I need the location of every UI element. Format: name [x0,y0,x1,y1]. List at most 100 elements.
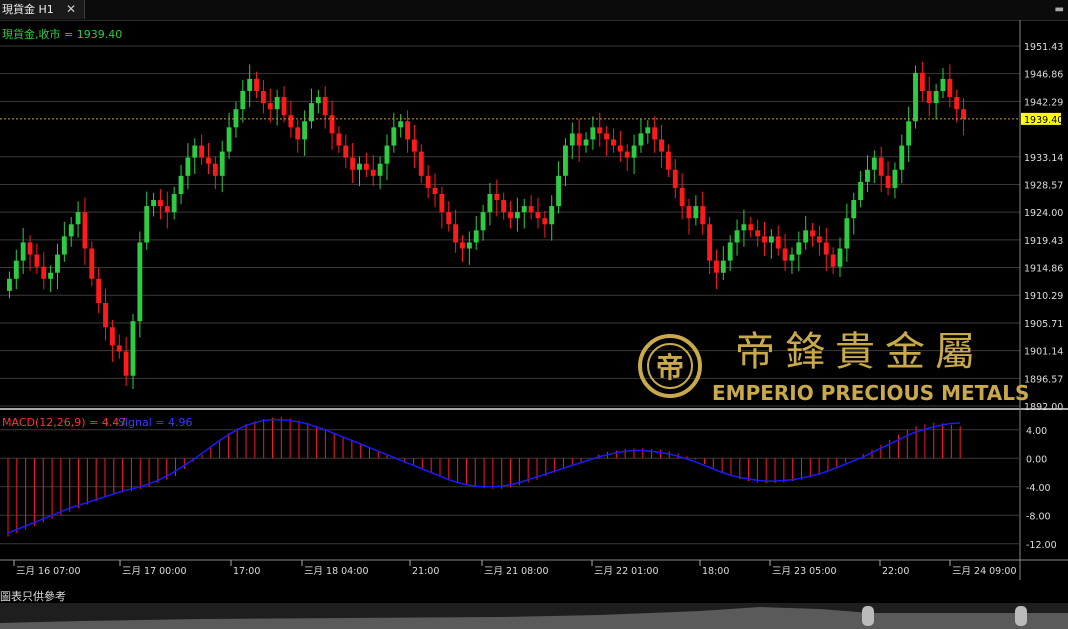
close-icon[interactable]: ✕ [66,0,76,19]
candle-body [700,206,706,225]
candle-body [768,236,774,243]
candle-body [370,169,376,176]
candle-body [480,212,486,231]
candle-body [810,230,815,237]
candle-body [144,206,150,243]
candle-body [322,97,328,116]
candle-body [199,145,205,158]
candle-body [549,206,555,225]
time-tick: 18:00 [702,566,729,577]
candle-body [116,345,122,352]
candle-body [569,133,575,146]
candle-body [75,212,81,225]
price-tick: 1910.29 [1024,291,1063,302]
time-tick: 三月 22 01:00 [594,566,659,577]
macd-axis: 4.00 0.00 -4.00 -8.00 -12.00 [1026,426,1057,551]
macd-tick: -4.00 [1026,483,1051,494]
time-tick: 21:00 [412,566,439,577]
candle-body [192,145,198,158]
price-tick: 1896.57 [1024,374,1063,385]
candle-body [27,242,33,255]
candle-body [741,224,747,231]
scroll-handle-left[interactable] [862,606,874,626]
candle-body [206,157,211,164]
candle-body [391,127,397,146]
candle-body [528,206,534,213]
candle-body [631,145,637,158]
macd-tick: -8.00 [1026,511,1051,522]
candle-body [686,206,692,219]
candle-body [411,139,417,152]
candle-body [315,97,321,104]
candle-body [405,121,410,140]
candle-body [494,193,500,201]
candle-body [350,157,356,170]
candle-body [535,212,541,219]
dropdown-arrow-icon[interactable]: ▬ [1055,0,1064,19]
tab-bar: 現貨金 H1 ✕ ▬ [0,0,1068,21]
macd-tick: -12.00 [1026,540,1057,551]
candle-body [20,242,26,261]
time-tick: 三月 21 08:00 [484,566,549,577]
candle-body [892,169,898,188]
candle-body [604,133,610,140]
candle-body [789,254,795,261]
candle-body [542,218,548,225]
scroll-handle-right[interactable] [1015,606,1027,626]
candle-body [343,145,349,158]
candle-body [878,157,884,176]
chart-scrollbar[interactable] [0,603,1068,629]
candle-body [89,248,95,279]
candle-body [254,78,259,92]
candle-body [597,127,603,134]
candle-body [871,157,877,170]
price-tick: 1951.43 [1024,42,1063,53]
candle-body [240,91,246,110]
time-tick: 三月 24 09:00 [952,566,1017,577]
macd-tick: 0.00 [1026,454,1047,465]
candle-body [453,224,459,243]
macd-legend: MACD(12,26,9) = 4.47 [2,416,126,429]
candle-body [302,121,308,140]
candle-body [830,254,836,267]
candle-body [336,133,342,146]
candle-body [109,327,115,346]
candle-body [727,242,733,261]
price-legend: 現貨金,收市 = 1939.40 [2,27,122,41]
candle-body [425,175,431,188]
candle-body [693,206,699,219]
candle-body [707,224,713,261]
time-tick: 22:00 [882,566,909,577]
candle-body [34,254,40,267]
candle-body [734,230,740,243]
candle-body [926,91,932,104]
candle-body [679,187,685,207]
price-chart[interactable]: 帝 帝鋒貴金屬 EMPERIO PRECIOUS METALS 1939.40 … [0,20,1068,603]
candle-body [473,230,479,243]
candle-body [357,163,362,170]
price-tick: 1914.86 [1024,264,1063,275]
candle-body [672,169,678,188]
logo-english: EMPERIO PRECIOUS METALS [712,381,1029,405]
candle-body [659,139,664,152]
candle-body [103,303,108,328]
candle-body [933,91,939,104]
candle-body [446,212,452,225]
candle-body [816,236,822,243]
time-tick: 三月 16 07:00 [16,566,81,577]
logo-chinese: 帝鋒貴金屬 [735,329,985,375]
candle-body [961,109,966,119]
candle-body [219,151,225,176]
candle-body [954,97,960,110]
candle-body [590,127,596,140]
macd-histogram [7,416,961,537]
candle-body [363,163,369,170]
candle-body [171,193,177,213]
chart-tab[interactable]: 現貨金 H1 ✕ [0,0,85,19]
candle-body [247,78,253,92]
candle-body [611,139,616,146]
candle-body [164,206,170,213]
signal-legend: Signal = 4.96 [118,416,193,429]
candle-body [748,224,754,231]
candle-body [803,230,809,243]
